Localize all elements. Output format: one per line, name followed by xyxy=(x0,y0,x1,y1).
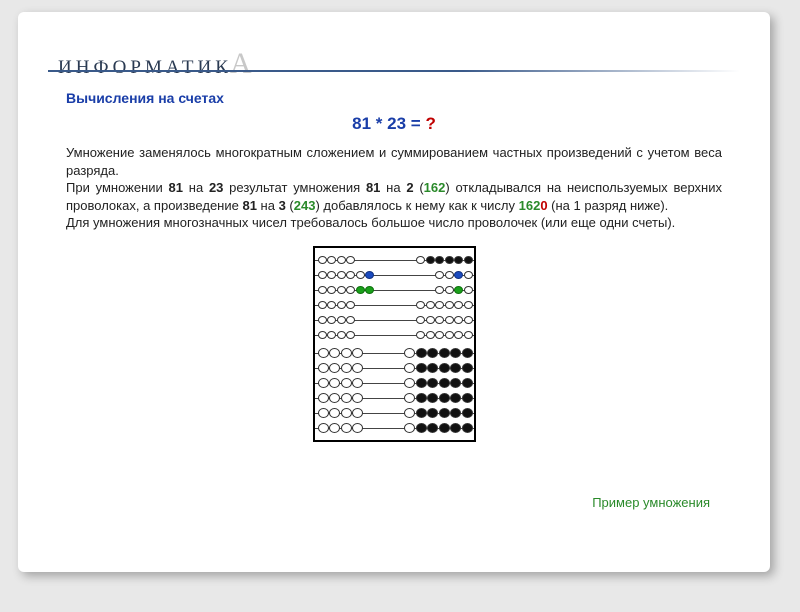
body-text: Умножение заменялось многократным сложен… xyxy=(66,144,722,232)
content-area: Вычисления на счетах 81 * 23 = ? Умножен… xyxy=(66,90,722,442)
caption: Пример умножения xyxy=(592,495,710,510)
section-title: Вычисления на счетах xyxy=(66,90,722,106)
logo-suffix: А xyxy=(230,47,256,81)
equation-question: ? xyxy=(425,114,435,133)
p3: Для умножения многозначных чисел требова… xyxy=(66,215,675,230)
p1: Умножение заменялось многократным сложен… xyxy=(66,145,722,178)
logo-text: информатик xyxy=(58,57,232,79)
equation: 81 * 23 = ? xyxy=(66,114,722,134)
slide-container: информатикА Вычисления на счетах 81 * 23… xyxy=(18,12,770,572)
abacus-diagram xyxy=(313,246,476,442)
header-rule xyxy=(48,70,740,72)
equation-left: 81 * 23 = xyxy=(352,114,425,133)
logo: информатикА xyxy=(58,47,256,81)
